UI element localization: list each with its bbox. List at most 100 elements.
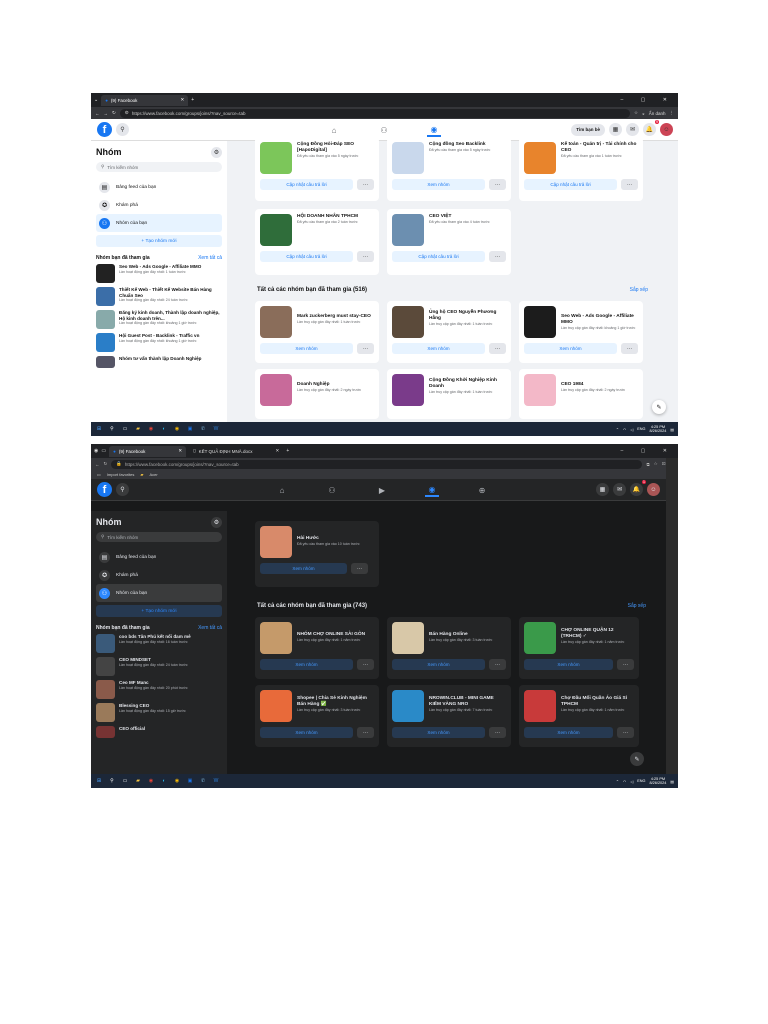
bookmark-acer[interactable]: Acer bbox=[149, 472, 157, 477]
home-icon[interactable]: ⌂ bbox=[327, 123, 341, 137]
volume-icon[interactable]: ◁ bbox=[630, 427, 633, 432]
list-item[interactable]: Nhóm tư vấn thành lập Doanh Nghiệp bbox=[96, 356, 222, 368]
find-friends-button[interactable]: Tìm bạn bè bbox=[571, 123, 605, 136]
avatar[interactable]: ☺ bbox=[660, 123, 673, 136]
back-icon[interactable]: ← bbox=[95, 111, 100, 116]
list-item[interactable]: Blessing CEO Lần hoạt động gần đây nhất: … bbox=[96, 703, 222, 722]
more-options-button[interactable]: ··· bbox=[489, 179, 506, 190]
chrome-icon[interactable]: ◉ bbox=[147, 777, 155, 785]
more-options-button[interactable]: ··· bbox=[617, 727, 634, 738]
notifications-bell-icon[interactable]: 🔔 9 bbox=[643, 120, 659, 136]
menu-grid-icon[interactable]: ▦ bbox=[609, 123, 622, 136]
list-item[interactable]: Hội Guest Post - Backlink - Traffic vn Lầ… bbox=[96, 333, 222, 352]
more-options-button[interactable]: ··· bbox=[489, 343, 506, 354]
messenger-icon[interactable]: ✉ bbox=[613, 483, 626, 496]
browser-tab-document[interactable]: ▯ KẾT QUẢ ĐỊNH MNĂ.docx ✕ bbox=[189, 446, 283, 457]
edge-icon[interactable]: ◐ bbox=[160, 777, 168, 785]
edge-icon[interactable]: ◐ bbox=[160, 425, 168, 433]
gaming-icon[interactable]: ⊕ bbox=[475, 483, 489, 497]
profile-label[interactable]: Ẩn danh bbox=[649, 111, 666, 116]
reload-icon[interactable]: ↻ bbox=[104, 461, 108, 467]
messenger-icon[interactable]: ✉ bbox=[626, 123, 639, 136]
groups-icon[interactable]: ◉ bbox=[425, 483, 439, 497]
settings-gear-icon[interactable]: ⚙ bbox=[211, 516, 222, 528]
list-item[interactable]: Ceo MF Manc Lần hoạt động gần đây nhất: 2… bbox=[96, 680, 222, 699]
sidebar-item-feed[interactable]: ▤ Bảng feed của bạn bbox=[96, 548, 222, 566]
update-answers-button[interactable]: Cập nhật câu trả lời bbox=[524, 179, 617, 190]
volume-icon[interactable]: ◁ bbox=[630, 779, 633, 784]
view-group-button[interactable]: Xem nhóm bbox=[524, 727, 613, 738]
friends-icon[interactable]: ⚇ bbox=[377, 123, 391, 137]
video-icon[interactable]: ▶ bbox=[375, 483, 389, 497]
view-group-button[interactable]: Xem nhóm bbox=[392, 727, 485, 738]
zalo-icon[interactable]: ✆ bbox=[199, 777, 207, 785]
sidebar-item-discover[interactable]: ✪ Khám phá bbox=[96, 196, 222, 214]
notifications-bell-icon[interactable]: 🔔 1 bbox=[630, 480, 646, 496]
sidebar-item-discover[interactable]: ✪ Khám phá bbox=[96, 566, 222, 584]
task-view-icon[interactable]: ▭ bbox=[121, 777, 129, 785]
url-field[interactable]: ⚙ https://www.facebook.com/groups/joins/… bbox=[119, 108, 630, 118]
more-options-button[interactable]: ··· bbox=[357, 251, 374, 262]
zalo-icon[interactable]: ✆ bbox=[199, 425, 207, 433]
close-tab-icon[interactable]: ✕ bbox=[178, 448, 182, 454]
chrome-icon[interactable]: ◉ bbox=[147, 425, 155, 433]
close-tab-icon[interactable]: ✕ bbox=[180, 97, 184, 103]
see-all-link[interactable]: Xem tất cả bbox=[198, 625, 222, 631]
view-group-button[interactable]: Xem nhóm bbox=[392, 179, 485, 190]
app-icon[interactable]: ▣ bbox=[186, 777, 194, 785]
create-group-button[interactable]: + Tạo nhóm mới bbox=[96, 605, 222, 617]
more-options-button[interactable]: ··· bbox=[357, 179, 374, 190]
file-explorer-icon[interactable]: ▰ bbox=[134, 425, 142, 433]
list-item[interactable]: CEO MINDSET Lần hoạt động gần đây nhất: 2… bbox=[96, 657, 222, 676]
tab-actions-icon[interactable]: ▭ bbox=[101, 448, 106, 454]
view-group-button[interactable]: Xem nhóm bbox=[260, 659, 353, 670]
browser-tab-facebook[interactable]: ● (9) Facebook ✕ bbox=[109, 445, 187, 457]
language-indicator[interactable]: ENG bbox=[637, 427, 645, 431]
update-answers-button[interactable]: Cập nhật câu trả lời bbox=[260, 179, 353, 190]
tray-arrow-icon[interactable]: ⌃ bbox=[616, 779, 619, 784]
compose-icon[interactable]: ✎ bbox=[630, 752, 644, 766]
group-name[interactable]: Kế toán - Quản trị - Tài chính cho CEO bbox=[561, 142, 638, 154]
search-icon[interactable]: ⚲ bbox=[108, 777, 116, 785]
facebook-logo-icon[interactable]: f bbox=[97, 122, 112, 137]
more-options-button[interactable]: ··· bbox=[621, 343, 638, 354]
group-name[interactable]: Cộng Đồng Hỏi-Đáp SEO [HapoDigital] bbox=[297, 142, 374, 154]
windows-start-icon[interactable]: ⊞ bbox=[95, 425, 103, 433]
home-icon[interactable]: ⌂ bbox=[275, 483, 289, 497]
more-options-button[interactable]: ··· bbox=[489, 251, 506, 262]
group-name[interactable]: Shopee | Chia Sẻ Kinh Nghiệm Bán Hàng ✅ bbox=[297, 696, 374, 708]
bookmark-import[interactable]: Import favorites bbox=[107, 472, 135, 477]
file-explorer-icon[interactable]: ▰ bbox=[134, 777, 142, 785]
browser-tab-facebook[interactable]: ● (9) Facebook ✕ bbox=[101, 94, 189, 106]
window-controls[interactable]: – ▢ ✕ bbox=[621, 448, 675, 454]
groups-icon[interactable]: ◉ bbox=[427, 123, 441, 137]
collections-icon[interactable]: ⊡ bbox=[662, 461, 666, 467]
browser-menu-icon[interactable]: ⋮ bbox=[670, 110, 675, 116]
more-options-button[interactable]: ··· bbox=[621, 179, 638, 190]
bookmark-star-icon[interactable]: ☆ bbox=[634, 110, 638, 116]
compose-icon[interactable]: ✎ bbox=[652, 400, 666, 414]
windows-start-icon[interactable]: ⊞ bbox=[95, 777, 103, 785]
url-field[interactable]: 🔒 https://www.facebook.com/groups/joins/… bbox=[111, 459, 643, 469]
view-group-button[interactable]: Xem nhóm bbox=[392, 659, 485, 670]
window-controls[interactable]: – ▢ ✕ bbox=[621, 97, 675, 103]
sidebar-item-your-groups[interactable]: ⚇ Nhóm của bạn bbox=[96, 214, 222, 232]
view-group-button[interactable]: Xem nhóm bbox=[524, 659, 613, 670]
list-item[interactable]: Seo Web - Ads Google - Affiliate MMO Lần … bbox=[96, 264, 222, 283]
more-options-button[interactable]: ··· bbox=[357, 727, 374, 738]
word-icon[interactable]: W bbox=[212, 777, 220, 785]
language-indicator[interactable]: ENG bbox=[637, 779, 645, 783]
forward-icon[interactable]: → bbox=[104, 111, 109, 116]
list-item[interactable]: Đăng ký kinh doanh, Thành lập doanh nghi… bbox=[96, 310, 222, 329]
settings-gear-icon[interactable]: ⚙ bbox=[211, 146, 222, 158]
group-name[interactable]: Cộng Đồng Khởi Nghiệp Kinh Doanh bbox=[429, 378, 506, 390]
menu-grid-icon[interactable]: ▦ bbox=[596, 483, 609, 496]
create-group-button[interactable]: + Tạo nhóm mới bbox=[96, 235, 222, 247]
view-group-button[interactable]: Xem nhóm bbox=[260, 727, 353, 738]
update-answers-button[interactable]: Cập nhật câu trả lời bbox=[260, 251, 353, 262]
facebook-logo-icon[interactable]: f bbox=[97, 482, 112, 497]
notification-center-icon[interactable]: ▤ bbox=[670, 779, 674, 784]
view-group-button[interactable]: Xem nhóm bbox=[392, 343, 485, 354]
search-icon[interactable]: ⚲ bbox=[116, 483, 129, 496]
more-options-button[interactable]: ··· bbox=[489, 727, 506, 738]
